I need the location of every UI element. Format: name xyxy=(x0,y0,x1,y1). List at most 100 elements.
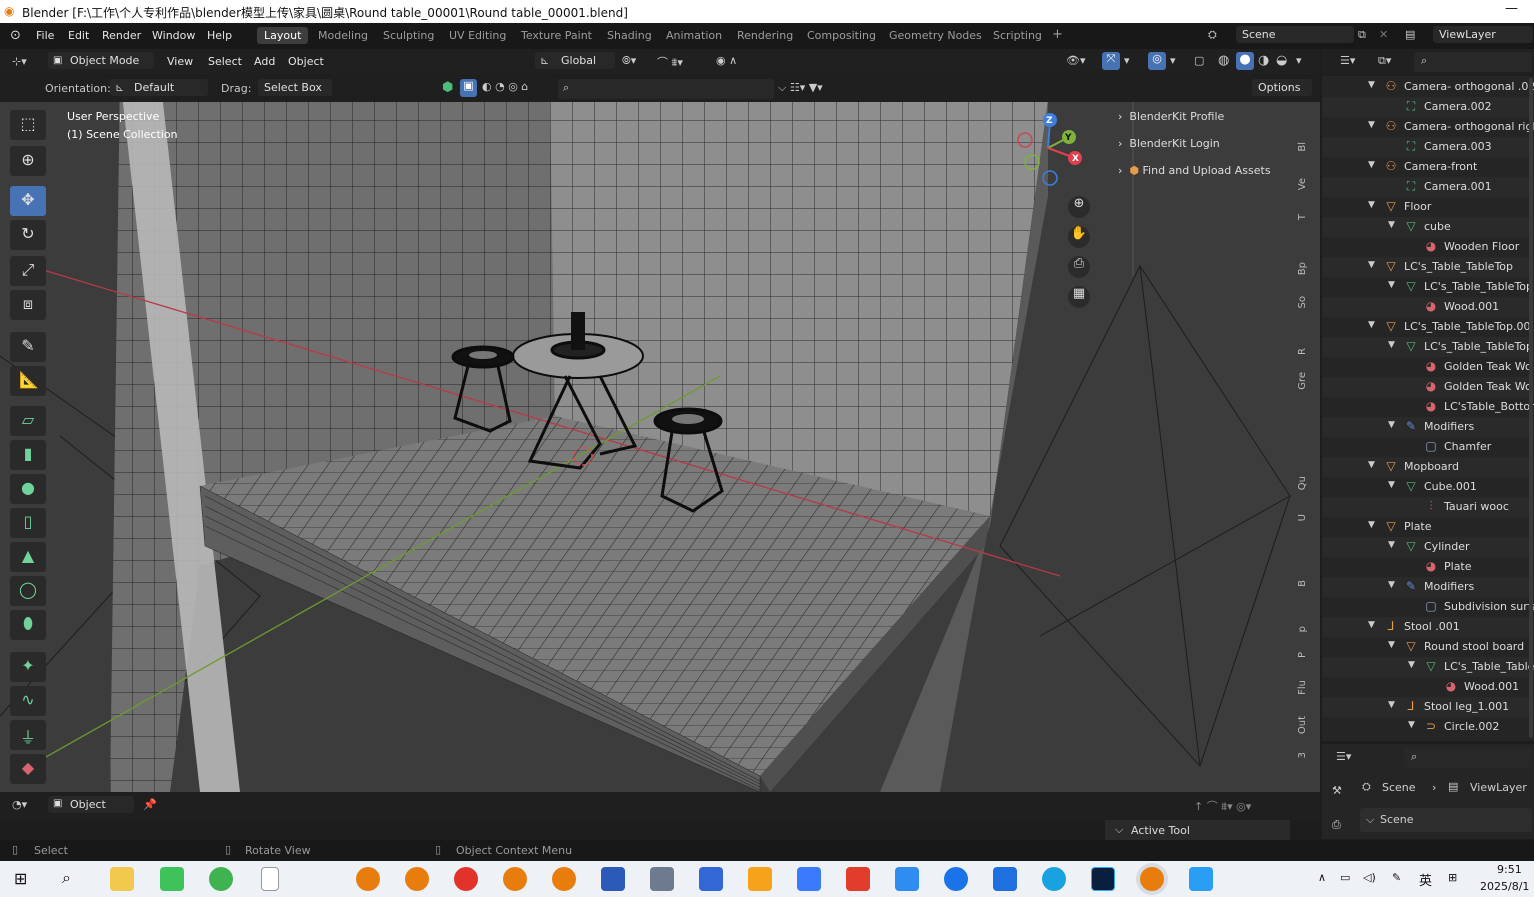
tab-modeling[interactable]: Modeling xyxy=(318,29,368,42)
outliner-item[interactable]: ▼ ⅃ Stool leg_1.001 xyxy=(1322,697,1534,717)
asset-search-input[interactable] xyxy=(558,79,774,99)
timeline-editor-icon[interactable]: ◔▾ xyxy=(12,798,27,811)
network-icon[interactable]: ▭ xyxy=(1340,871,1350,884)
expand-arrow-icon[interactable]: ▼ xyxy=(1368,200,1375,210)
tab-sculpting[interactable]: Sculpting xyxy=(383,29,434,42)
outliner-item[interactable]: ▼ ▽ LC's_Table_TableTop xyxy=(1322,277,1534,297)
photos-icon[interactable] xyxy=(1189,867,1213,891)
add-cube-tool[interactable]: ▮ xyxy=(10,440,46,470)
keyboard-icon[interactable]: ⊞ xyxy=(1448,871,1457,884)
overlay-dropdown-icon[interactable]: ▾ xyxy=(1170,54,1176,67)
camera-view-icon[interactable]: ⎙ xyxy=(1068,256,1090,278)
volume-icon[interactable]: ◁) xyxy=(1363,871,1376,884)
outliner-item[interactable]: ▼ ▽ Floor xyxy=(1322,197,1534,217)
expand-arrow-icon[interactable]: ▼ xyxy=(1388,540,1395,550)
xray-icon[interactable]: ▢ xyxy=(1194,54,1204,67)
expand-arrow-icon[interactable]: ▼ xyxy=(1368,520,1375,530)
add-workspace-button[interactable]: + xyxy=(1052,27,1063,42)
asset-material-icon[interactable]: ◐ ◔ ◎ ⌂ xyxy=(482,80,528,93)
tool-properties-icon[interactable]: ⚒ xyxy=(1332,784,1342,797)
timeline-tool-icons[interactable]: ↑ ⌒ ⩩▾ ◎▾ xyxy=(1194,798,1251,814)
side-tab-b[interactable]: B xyxy=(1297,580,1319,587)
gizmo-dropdown-icon[interactable]: ▾ xyxy=(1124,54,1130,67)
properties-search-input[interactable] xyxy=(1404,748,1532,768)
wps-icon[interactable] xyxy=(846,867,870,891)
side-tab-p-lower[interactable]: p xyxy=(1297,626,1319,632)
add-plane-tool[interactable]: ▱ xyxy=(10,406,46,436)
outliner-item[interactable]: ▼ ⅃ Stool .001 xyxy=(1322,617,1534,637)
minimize-button[interactable]: — xyxy=(1505,1,1518,16)
tab-animation[interactable]: Animation xyxy=(666,29,722,42)
blender-taskbar-icon[interactable] xyxy=(356,867,380,891)
active-tool-panel[interactable]: ⌵ Active Tool xyxy=(1105,820,1290,840)
expand-arrow-icon[interactable]: ▼ xyxy=(1368,620,1375,630)
orientation-dropdown[interactable]: Default xyxy=(110,79,208,96)
side-tab-out[interactable]: Out xyxy=(1297,716,1319,734)
view-object-types-icon[interactable]: 👁▾ xyxy=(1066,54,1086,67)
move-tool[interactable]: ✥ xyxy=(10,186,46,216)
photoshop-icon[interactable] xyxy=(1091,867,1115,891)
pen-icon[interactable]: ✎ xyxy=(1392,871,1401,884)
outliner-item[interactable]: ▼ ▽ Cube.001 xyxy=(1322,477,1534,497)
properties-editor-icon[interactable]: ☰▾ xyxy=(1336,750,1351,763)
zoom-icon[interactable]: ⊕ xyxy=(1068,196,1090,218)
expand-arrow-icon[interactable]: ▼ xyxy=(1368,160,1375,170)
outliner-item[interactable]: ▼ ▽ LC's_Table_TableTop.00 xyxy=(1322,317,1534,337)
side-tab-p[interactable]: P xyxy=(1297,652,1319,658)
object-mode-dropdown[interactable]: Object Mode xyxy=(48,52,154,69)
add-material-tool[interactable]: ◆ xyxy=(10,754,46,784)
menu-select[interactable]: Select xyxy=(208,55,242,68)
file-explorer-icon[interactable] xyxy=(110,867,134,891)
outliner-item[interactable]: ▼ ⚇ Camera- orthogonal rigl xyxy=(1322,117,1534,137)
scene-icon[interactable]: ⛭ xyxy=(1208,28,1217,42)
side-tab-gre[interactable]: Gre xyxy=(1297,372,1319,390)
expand-arrow-icon[interactable]: ▼ xyxy=(1408,660,1415,670)
options-dropdown[interactable]: Options xyxy=(1252,79,1312,96)
panel-blenderkit-login[interactable]: › BlenderKit Login xyxy=(1118,137,1220,150)
panel-blenderkit-profile[interactable]: › BlenderKit Profile xyxy=(1118,110,1224,123)
shading-solid-icon[interactable]: ● xyxy=(1236,52,1254,70)
outliner-item[interactable]: ⫶ Tauari wooc xyxy=(1322,497,1534,517)
menu-add[interactable]: Add xyxy=(254,55,275,68)
tab-scripting[interactable]: Scripting xyxy=(993,29,1042,42)
expand-arrow-icon[interactable]: ▼ xyxy=(1408,720,1415,730)
proportional-edit-icon[interactable]: ◉ ∧ xyxy=(716,54,737,67)
outliner-item[interactable]: ◕ Wooden Floor xyxy=(1322,237,1534,257)
expand-arrow-icon[interactable]: ▼ xyxy=(1368,80,1375,90)
cursor-tool[interactable]: ⊕ xyxy=(10,146,46,176)
tab-geometry-nodes[interactable]: Geometry Nodes xyxy=(889,29,982,42)
wechat-icon[interactable] xyxy=(160,867,184,891)
outliner-item[interactable]: ▼ ▽ LC's_Table_TableTop xyxy=(1322,337,1534,357)
expand-arrow-icon[interactable]: ▼ xyxy=(1388,340,1395,350)
colorful-app-icon[interactable] xyxy=(748,867,772,891)
select-box-tool[interactable]: ⬚ xyxy=(10,110,46,140)
outliner-item[interactable]: ▼ ▽ Mopboard xyxy=(1322,457,1534,477)
side-tab-bp[interactable]: Bp xyxy=(1297,262,1319,275)
outliner-item[interactable]: ◕ Plate xyxy=(1322,557,1534,577)
browser-green-icon[interactable] xyxy=(209,867,233,891)
outliner-item[interactable]: ▢ Chamfer xyxy=(1322,437,1534,457)
taskbar-time[interactable]: 9:51 xyxy=(1497,863,1522,876)
shading-wireframe-icon[interactable]: ◍ xyxy=(1218,53,1229,68)
render-properties-icon[interactable]: ⎙ xyxy=(1332,818,1341,832)
side-tab-t[interactable]: T xyxy=(1297,214,1319,220)
outliner-item[interactable]: ▢ Subdivision surfa xyxy=(1322,597,1534,617)
panel-find-upload-assets[interactable]: › ⬢ Find and Upload Assets xyxy=(1118,164,1271,177)
taskbar-date[interactable]: 2025/8/1 xyxy=(1480,880,1529,893)
side-tab-u[interactable]: U xyxy=(1297,514,1319,521)
expand-arrow-icon[interactable]: ▼ xyxy=(1368,120,1375,130)
scale-tool[interactable]: ⤢ xyxy=(10,256,46,286)
annotate-tool[interactable]: ✎ xyxy=(10,332,46,362)
add-torus-tool[interactable]: ◯ xyxy=(10,576,46,606)
search-taskbar-icon[interactable]: ⌕ xyxy=(62,868,71,888)
outliner-item[interactable]: ▼ ▽ LC's_Table_TableTop xyxy=(1322,257,1534,277)
blender-menu-icon[interactable]: ⊙ xyxy=(10,28,21,43)
transform-tool[interactable]: ⧈ xyxy=(10,290,46,320)
outliner-item[interactable]: ⛶ Camera.002 xyxy=(1322,97,1534,117)
viewlayer-icon[interactable]: ▤ xyxy=(1405,28,1415,41)
menu-window[interactable]: Window xyxy=(152,29,195,42)
outliner-item[interactable]: ◕ Golden Teak Wo xyxy=(1322,377,1534,397)
delete-scene-icon[interactable]: ✕ xyxy=(1379,28,1388,41)
tab-layout[interactable]: Layout xyxy=(257,27,309,44)
blender-taskbar-icon-4[interactable] xyxy=(552,867,576,891)
